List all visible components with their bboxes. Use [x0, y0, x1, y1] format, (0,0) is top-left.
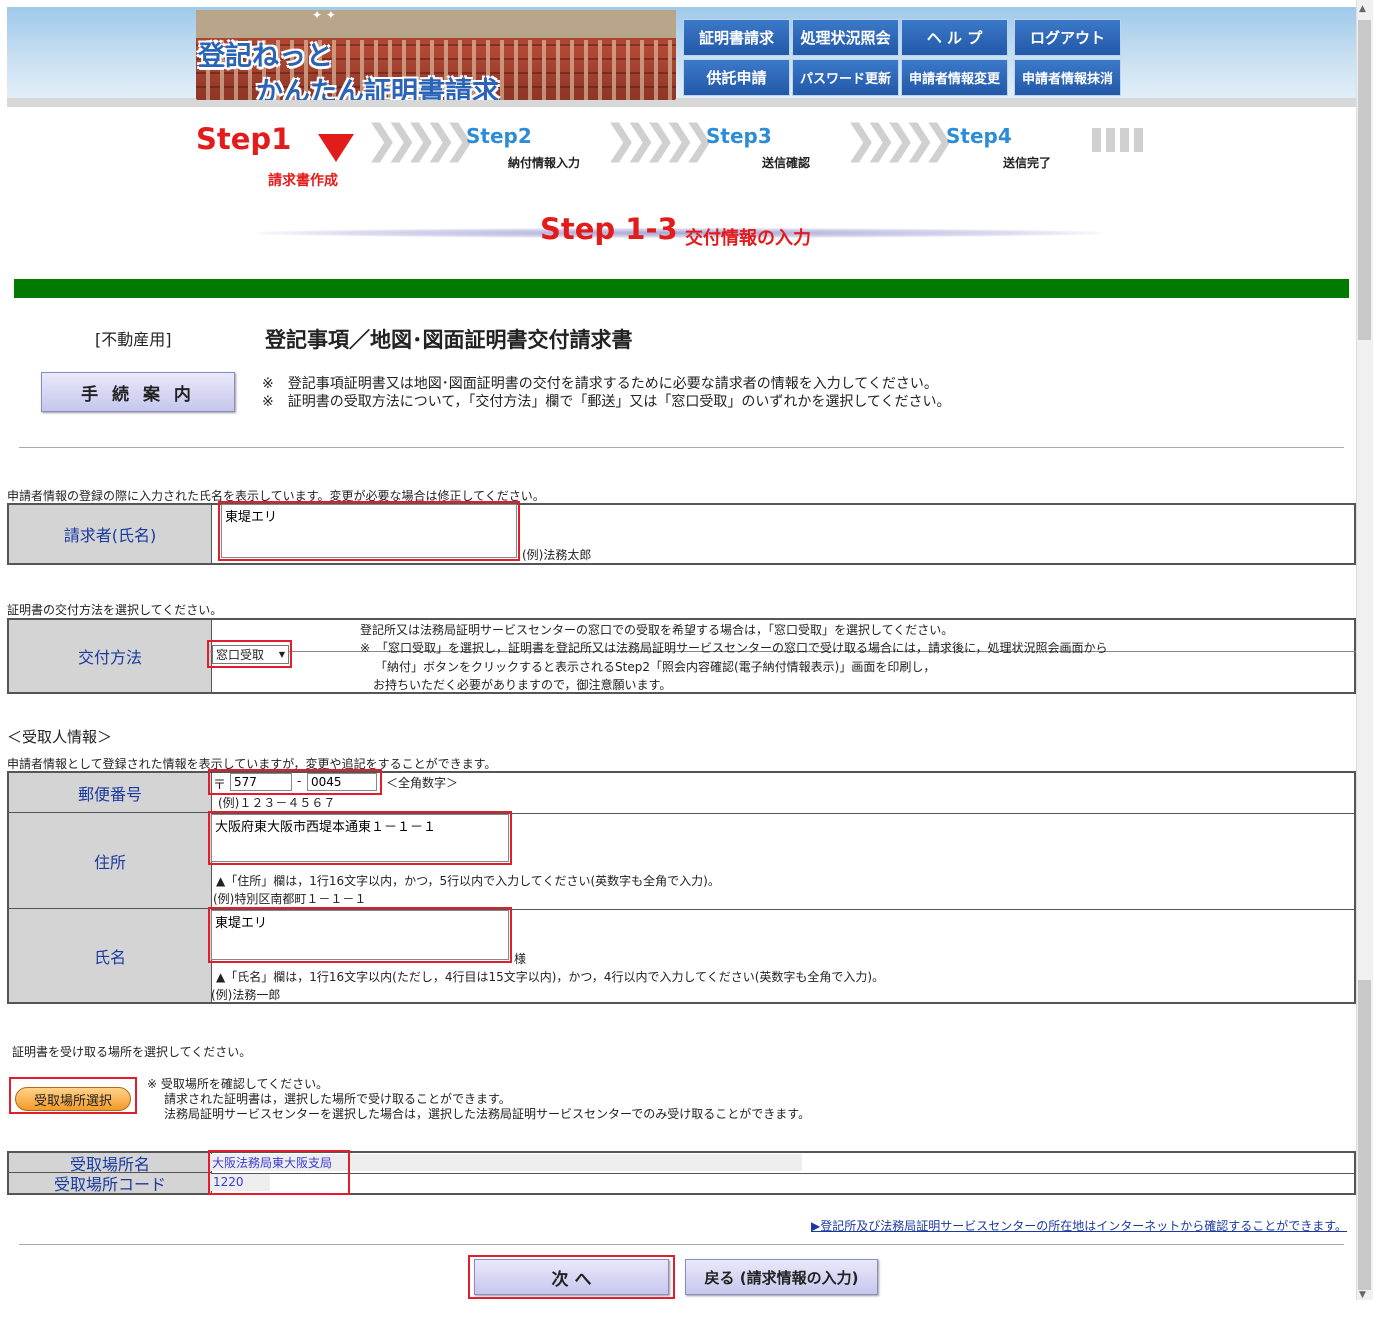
bird-icon: ✦ ✦: [312, 8, 336, 22]
name-hint: ▲「氏名」欄は，1行16文字以内(ただし，4行目は15文字以内)，かつ，4行以内…: [216, 970, 885, 984]
nav-status-inquiry[interactable]: 処理状況照会: [792, 19, 899, 56]
postal-label: 郵便番号: [9, 773, 212, 813]
scrollbar-thumb[interactable]: [1358, 980, 1371, 1290]
postal-mark: 〒: [213, 778, 227, 793]
requester-label: 請求者(氏名): [9, 505, 212, 563]
delivery-label: 交付方法: [9, 620, 212, 692]
step3-sublabel: 送信確認: [762, 156, 811, 170]
step-end-icon: [1092, 128, 1148, 152]
step4-sublabel: 送信完了: [1003, 156, 1052, 170]
back-button[interactable]: 戻る (請求情報の入力): [685, 1259, 878, 1295]
recipient-name-input[interactable]: 東堤エリ: [211, 910, 509, 960]
nav-password-update[interactable]: パスワード更新: [792, 59, 899, 96]
office-location-link[interactable]: ▶登記所及び法務局証明サービスセンターの所在地はインターネットから確認することが…: [811, 1217, 1347, 1234]
select-pickup-place-button[interactable]: 受取場所選択: [15, 1087, 131, 1111]
guide-button[interactable]: 手 続 案 内: [41, 372, 235, 412]
step-chevron-icon: ❯❯❯❯❯: [844, 117, 956, 163]
requester-name-input[interactable]: 東堤エリ: [221, 504, 517, 558]
next-button[interactable]: 次 へ: [474, 1259, 669, 1295]
nav-logout[interactable]: ログアウト: [1014, 19, 1121, 56]
form-title: 登記事項／地図･図面証明書交付請求書: [265, 328, 633, 352]
requester-table: 請求者(氏名): [7, 503, 1356, 565]
delivery-method-select[interactable]: 窓口受取 ▼: [212, 645, 289, 664]
nav-applicant-info-change[interactable]: 申請者情報変更: [901, 59, 1008, 96]
step1-label: Step1: [196, 122, 292, 156]
form-note-2: ※ 証明書の受取方法について，「交付方法」欄で「郵送」又は「窓口受取」のいずれか…: [262, 394, 951, 410]
nav-deposit-application[interactable]: 供託申請: [683, 59, 790, 96]
step-chevron-icon: ❯❯❯❯❯: [604, 117, 716, 163]
address-example: (例)特別区南都町１－１－１: [213, 892, 367, 906]
pickup-note-3: 法務局証明サービスセンターを選択した場合は，選択した法務局証明サービスセンターで…: [164, 1107, 811, 1121]
delivery-note-4: お持ちいただく必要がありますので，御注意願います。: [373, 678, 672, 692]
postal-code-second[interactable]: [307, 773, 377, 791]
scroll-up-icon[interactable]: ▲: [1359, 4, 1366, 14]
postal-code-first[interactable]: [230, 773, 292, 791]
highlight-box: [208, 1150, 350, 1195]
delivery-intro: 証明書の交付方法を選択してください。: [7, 603, 223, 617]
address-label: 住所: [9, 813, 212, 909]
row-divider: [212, 1173, 1354, 1174]
postal-example: (例)１２３－４５６７: [218, 796, 336, 810]
address-hint: ▲「住所」欄は，1行16文字以内，かつ，5行以内で入力してください(英数字も全角…: [216, 874, 720, 888]
logo-line2: かんたん証明書請求: [256, 77, 499, 100]
name-suffix: 様: [514, 952, 527, 966]
step-title-underline: [260, 228, 1100, 238]
postal-dash: -: [297, 774, 302, 788]
postal-hint: ＜全角数字＞: [386, 776, 459, 790]
form-category: [不動産用]: [95, 330, 172, 349]
logo-line1: 登記ねっと: [198, 41, 333, 72]
divider: [19, 1244, 1344, 1245]
step1-sublabel: 請求書作成: [268, 173, 338, 189]
step3-label: Step3: [706, 124, 772, 148]
section-bar: [14, 279, 1349, 298]
step2-label: Step2: [466, 124, 532, 148]
delivery-method-value: 窓口受取: [216, 648, 265, 662]
pickup-code-label: 受取場所コード: [9, 1173, 212, 1194]
recipient-heading: ＜受取人情報＞: [7, 728, 113, 746]
nav-certificate-request[interactable]: 証明書請求: [683, 19, 790, 56]
step2-sublabel: 納付情報入力: [508, 156, 581, 170]
pickup-place-label: 受取場所名: [9, 1153, 212, 1174]
current-step-subtitle: 交付情報の入力: [685, 228, 811, 249]
delivery-note-1: 登記所又は法務局証明サービスセンターの窓口での受取を希望する場合は，「窓口受取」…: [360, 623, 954, 637]
pickup-intro: 証明書を受け取る場所を選択してください。: [12, 1045, 252, 1059]
current-step-arrow-icon: [318, 134, 354, 162]
delivery-note-2: ※ 「窓口受取」を選択し，証明書を登記所又は法務局証明サービスセンターの窓口で受…: [360, 641, 1108, 655]
divider: [19, 447, 1344, 448]
current-step-title: Step 1-3: [540, 212, 678, 246]
nav-help[interactable]: ヘ ル プ: [901, 19, 1008, 56]
name-example: (例)法務一郎: [211, 988, 281, 1002]
step4-label: Step4: [946, 124, 1012, 148]
site-logo[interactable]: 登記ねっと かんたん証明書請求: [196, 10, 676, 100]
delivery-note-3: 「納付」ボタンをクリックすると表示されるStep2「照会内容確認(電子納付情報表…: [375, 660, 936, 674]
step-chevron-icon: ❯❯❯❯❯: [365, 117, 477, 163]
recipient-name-label: 氏名: [9, 909, 212, 1002]
nav-applicant-info-delete[interactable]: 申請者情報抹消: [1014, 59, 1121, 96]
scrollbar-thumb[interactable]: [1358, 20, 1371, 340]
scroll-down-icon[interactable]: ▼: [1359, 1290, 1366, 1300]
address-input[interactable]: 大阪府東大阪市西堤本通東１－１－１: [211, 814, 509, 862]
chevron-down-icon: ▼: [278, 650, 285, 659]
requester-example: (例)法務太郎: [522, 548, 592, 562]
form-note-1: ※ 登記事項証明書又は地図･図面証明書の交付を請求するために必要な請求者の情報を…: [262, 376, 938, 392]
